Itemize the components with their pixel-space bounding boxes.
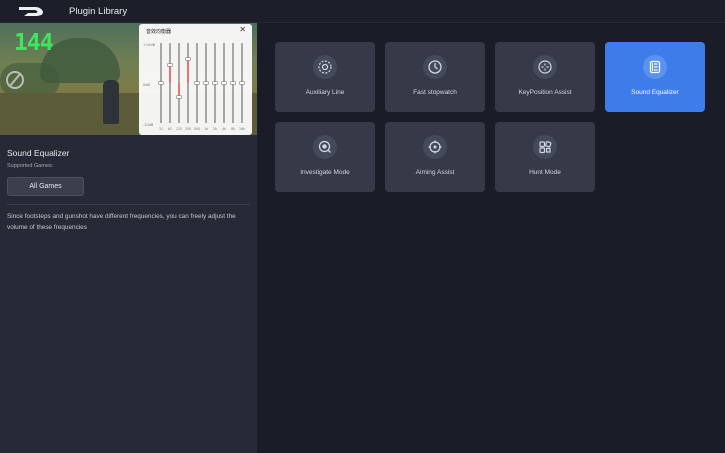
hunt-mode-icon: [533, 135, 557, 159]
plugin-info: Sound Equalizer Supported Games:: [7, 148, 69, 169]
plugin-card-label: Investigate Mode: [300, 169, 350, 176]
black-shark-logo-icon[interactable]: [16, 4, 46, 18]
plugin-description: Since footsteps and gunshot have differe…: [7, 213, 236, 231]
all-games-button[interactable]: All Games: [7, 177, 84, 196]
plugin-detail-panel: 144 音效均衡器 ✕ +10dB 0dB -10dB 31 62 125 250 50…: [0, 23, 257, 453]
page-title: Plugin Library: [69, 5, 128, 17]
eq-frequency-label: 2k: [213, 127, 217, 131]
close-icon: ✕: [239, 25, 246, 34]
plugin-card-label: KeyPosition Assist: [518, 89, 572, 96]
plugin-card-auxiliary-line[interactable]: Auxiliary Line: [275, 42, 375, 112]
equalizer-icon: [643, 55, 667, 79]
eq-frequency-label: 31: [159, 127, 163, 131]
eq-frequency-label: 8k: [231, 127, 235, 131]
equalizer-preview-panel: 音效均衡器 ✕ +10dB 0dB -10dB 31 62 125 250 500 1k 2…: [139, 24, 252, 135]
plugin-grid: Auxiliary Line Fast stopwatch KeyPositio…: [257, 23, 725, 453]
stopwatch-icon: [423, 55, 447, 79]
eq-slider-knob: [167, 63, 173, 67]
top-bar: Plugin Library: [0, 0, 725, 23]
plugin-card-label: Sound Equalizer: [631, 89, 679, 96]
db-label: 0dB: [143, 83, 150, 87]
plugin-card-label: Aiming Assist: [415, 169, 455, 176]
plugin-card-fast-stopwatch[interactable]: Fast stopwatch: [385, 42, 485, 112]
db-label: -10dB: [143, 123, 154, 127]
no-entry-icon: [6, 71, 24, 89]
crosshair-icon: [423, 135, 447, 159]
plugin-name: Sound Equalizer: [7, 148, 70, 158]
divider: [7, 204, 250, 205]
eq-frequency-label: 250: [185, 127, 191, 131]
plugin-card-hunt-mode[interactable]: Hunt Mode: [495, 122, 595, 192]
eq-frequency-label: 1k: [204, 127, 208, 131]
plugin-preview-image: 144 音效均衡器 ✕ +10dB 0dB -10dB 31 62 125 250 50…: [0, 23, 257, 135]
preview-character: [103, 80, 119, 124]
plugin-card-investigate-mode[interactable]: Investigate Mode: [275, 122, 375, 192]
equalizer-preview-title: 音效均衡器: [146, 29, 172, 35]
eq-frequency-label: 125: [176, 127, 182, 131]
eq-slider-knob: [239, 81, 245, 85]
eq-frequency-label: 16k: [239, 127, 245, 131]
fps-counter: 144: [14, 30, 54, 56]
investigate-icon: [313, 135, 337, 159]
eq-slider-knob: [158, 81, 164, 85]
eq-slider-knob: [212, 81, 218, 85]
eq-slider-knob: [203, 81, 209, 85]
db-label: +10dB: [143, 43, 156, 47]
eq-slider-knob: [194, 81, 200, 85]
plugin-card-aiming-assist[interactable]: Aiming Assist: [385, 122, 485, 192]
eq-frequency-label: 4k: [222, 127, 226, 131]
eq-frequency-label: 500: [194, 127, 200, 131]
eq-slider-knob: [185, 57, 191, 61]
eq-slider-knob: [176, 95, 182, 99]
auxiliary-line-icon: [313, 55, 337, 79]
plugin-card-keyposition-assist[interactable]: KeyPosition Assist: [495, 42, 595, 112]
eq-slider-knob: [221, 81, 227, 85]
keyposition-icon: [533, 55, 557, 79]
eq-slider-knob: [230, 81, 236, 85]
plugin-card-label: Auxiliary Line: [305, 89, 345, 96]
eq-frequency-label: 62: [168, 127, 172, 131]
supported-games-label: Supported Games:: [7, 163, 54, 169]
equalizer-sliders: +10dB 0dB -10dB 31 62 125 250 500 1k 2k 4k 8k 16k: [143, 43, 245, 131]
plugin-card-label: Hunt Mode: [529, 169, 561, 176]
plugin-card-label: Fast stopwatch: [413, 89, 457, 96]
plugin-card-sound-equalizer[interactable]: Sound Equalizer: [605, 42, 705, 112]
